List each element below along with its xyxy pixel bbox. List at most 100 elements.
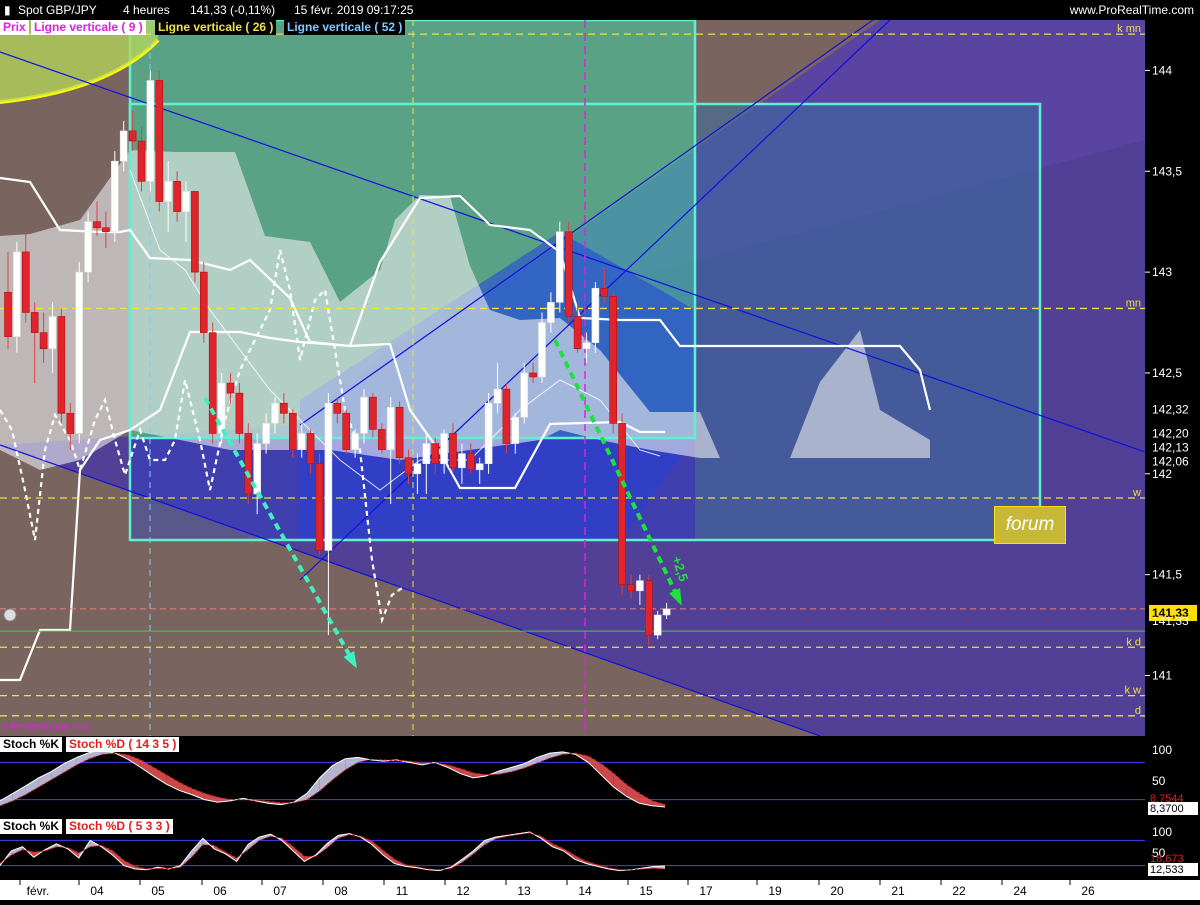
candle-body — [653, 614, 662, 636]
candle-body — [609, 296, 618, 424]
candle-body — [48, 316, 57, 350]
candle-body — [119, 130, 128, 162]
site-label[interactable]: www.ProRealTime.com — [1070, 0, 1194, 20]
right-zone-box — [695, 104, 1040, 540]
candle — [200, 262, 208, 343]
date-tick-label: 05 — [151, 884, 165, 898]
date-tick-label: 19 — [768, 884, 782, 898]
candle — [13, 241, 21, 353]
date-axis[interactable]: févr. 04 05 06 07 08 11 12 13 14 15 17 19 20 21 22 24 26 — [0, 880, 1200, 900]
candle-body — [511, 417, 520, 444]
candle-body — [102, 227, 110, 233]
candle-body — [458, 453, 466, 469]
stoch1-legend-k[interactable]: Stoch %K — [0, 737, 63, 752]
candle-body — [564, 231, 573, 317]
candle — [618, 413, 626, 595]
candle-body — [217, 382, 226, 434]
candle-body — [484, 402, 493, 465]
level-label-1: mn — [1126, 297, 1141, 309]
stochastic-1-svg[interactable]: 100508,75448,3700 — [0, 736, 1200, 818]
candle — [146, 70, 155, 192]
candle-body — [93, 221, 101, 229]
level-label-3: k d — [1126, 636, 1141, 648]
candle-body — [404, 457, 413, 475]
legend-vertical-52[interactable]: Ligne verticale ( 52 ) — [284, 20, 406, 35]
stochastic-panel-2[interactable]: 100 50 18,673 12,533 Stoch %K Stoch %D ( 5 … — [0, 818, 1200, 880]
candle-body — [538, 322, 546, 378]
candle-body — [573, 316, 582, 350]
date-tick-label: 07 — [273, 884, 287, 898]
candle-body — [618, 423, 626, 586]
candle — [591, 282, 600, 353]
candle-body — [591, 287, 600, 344]
price-chart-svg[interactable]: k mnmnwk dk wd+2,5144143,5143142,5142141… — [0, 14, 1200, 737]
candle-body — [173, 181, 181, 212]
legend-vertical-9[interactable]: Ligne verticale ( 9 ) — [31, 20, 146, 35]
candle-body — [111, 160, 119, 233]
candle — [155, 70, 164, 212]
candle-body — [297, 433, 306, 450]
candle-body — [644, 580, 653, 636]
candle-body — [360, 396, 368, 434]
candle-body — [200, 271, 208, 333]
stoch2-legend-d[interactable]: Stoch %D ( 5 3 3 ) — [66, 819, 173, 834]
date-tick-label: févr. — [27, 884, 50, 898]
candle — [57, 308, 66, 424]
candle-body — [262, 423, 270, 444]
price-chart-panel[interactable]: k mn mn w k dk w d +2,5 144 143,5 143 142,5 142 141… — [0, 14, 1200, 737]
timeframe-label: 4 heures — [123, 3, 170, 17]
legend-vertical-26[interactable]: Ligne verticale ( 26 ) — [155, 20, 277, 35]
price-tick-label: 141,5 — [1152, 568, 1182, 582]
level-label-2: w — [1132, 487, 1141, 499]
candle-body — [342, 412, 351, 450]
date-tick-label: 17 — [699, 884, 713, 898]
candle — [564, 221, 573, 323]
info-icon — [3, 608, 17, 622]
candle-body — [636, 580, 644, 592]
stoch-last-k: 12,533 — [1150, 864, 1184, 876]
stochastic-panel-1[interactable]: 100 50 8,7544 8,3700 Stoch %K Stoch %D ( 14… — [0, 736, 1200, 818]
candle-body — [475, 463, 484, 471]
candle-body — [182, 191, 190, 212]
level-label-0: k mn — [1117, 23, 1141, 35]
stoch-tick-label: 50 — [1152, 774, 1166, 788]
chart-title-bar: ▮ Spot GBP/JPY 4 heures 141,33 (-0,11%) … — [0, 0, 1200, 20]
candle-body — [39, 332, 48, 350]
candle — [315, 453, 324, 555]
date-tick-label: 06 — [213, 884, 227, 898]
candle-body — [466, 453, 475, 471]
symbol-label: Spot GBP/JPY — [18, 3, 97, 17]
candle-body — [395, 406, 404, 458]
candle — [502, 383, 511, 454]
legend-prix[interactable]: Prix — [0, 20, 29, 35]
candle — [484, 393, 493, 474]
stochastic-2-svg[interactable]: 1005018,67312,533 — [0, 818, 1200, 880]
date-tick-label: 13 — [517, 884, 531, 898]
candle-body — [386, 406, 395, 450]
candle-body — [244, 433, 253, 495]
date-tick-label: 20 — [830, 884, 844, 898]
forum-badge[interactable]: forum — [994, 506, 1066, 544]
candle-body — [324, 402, 333, 551]
candle-body — [449, 433, 457, 469]
candle-body — [662, 608, 671, 616]
candle-body — [520, 372, 529, 418]
candle-body — [235, 392, 244, 434]
candle — [342, 409, 351, 454]
price-label: 142,06 — [1152, 455, 1189, 469]
candle-body — [377, 429, 386, 450]
candle-body — [306, 433, 315, 465]
candle-body — [369, 396, 377, 430]
stoch-tick-label: 100 — [1152, 743, 1172, 757]
stoch1-legend-d[interactable]: Stoch %D ( 14 3 5 ) — [66, 737, 180, 752]
candle — [538, 312, 546, 384]
price-label: 141,33 — [1152, 614, 1189, 628]
watermark: © ProRealTime.com — [1, 722, 91, 733]
level-label-4: k w — [1125, 685, 1142, 697]
candle-body — [57, 316, 66, 414]
candle-body — [493, 388, 502, 404]
last-price-label: 141,33 (-0,11%) — [190, 3, 276, 17]
stoch2-legend-k[interactable]: Stoch %K — [0, 819, 63, 834]
candle-body — [431, 443, 440, 465]
candle-body — [271, 402, 279, 424]
